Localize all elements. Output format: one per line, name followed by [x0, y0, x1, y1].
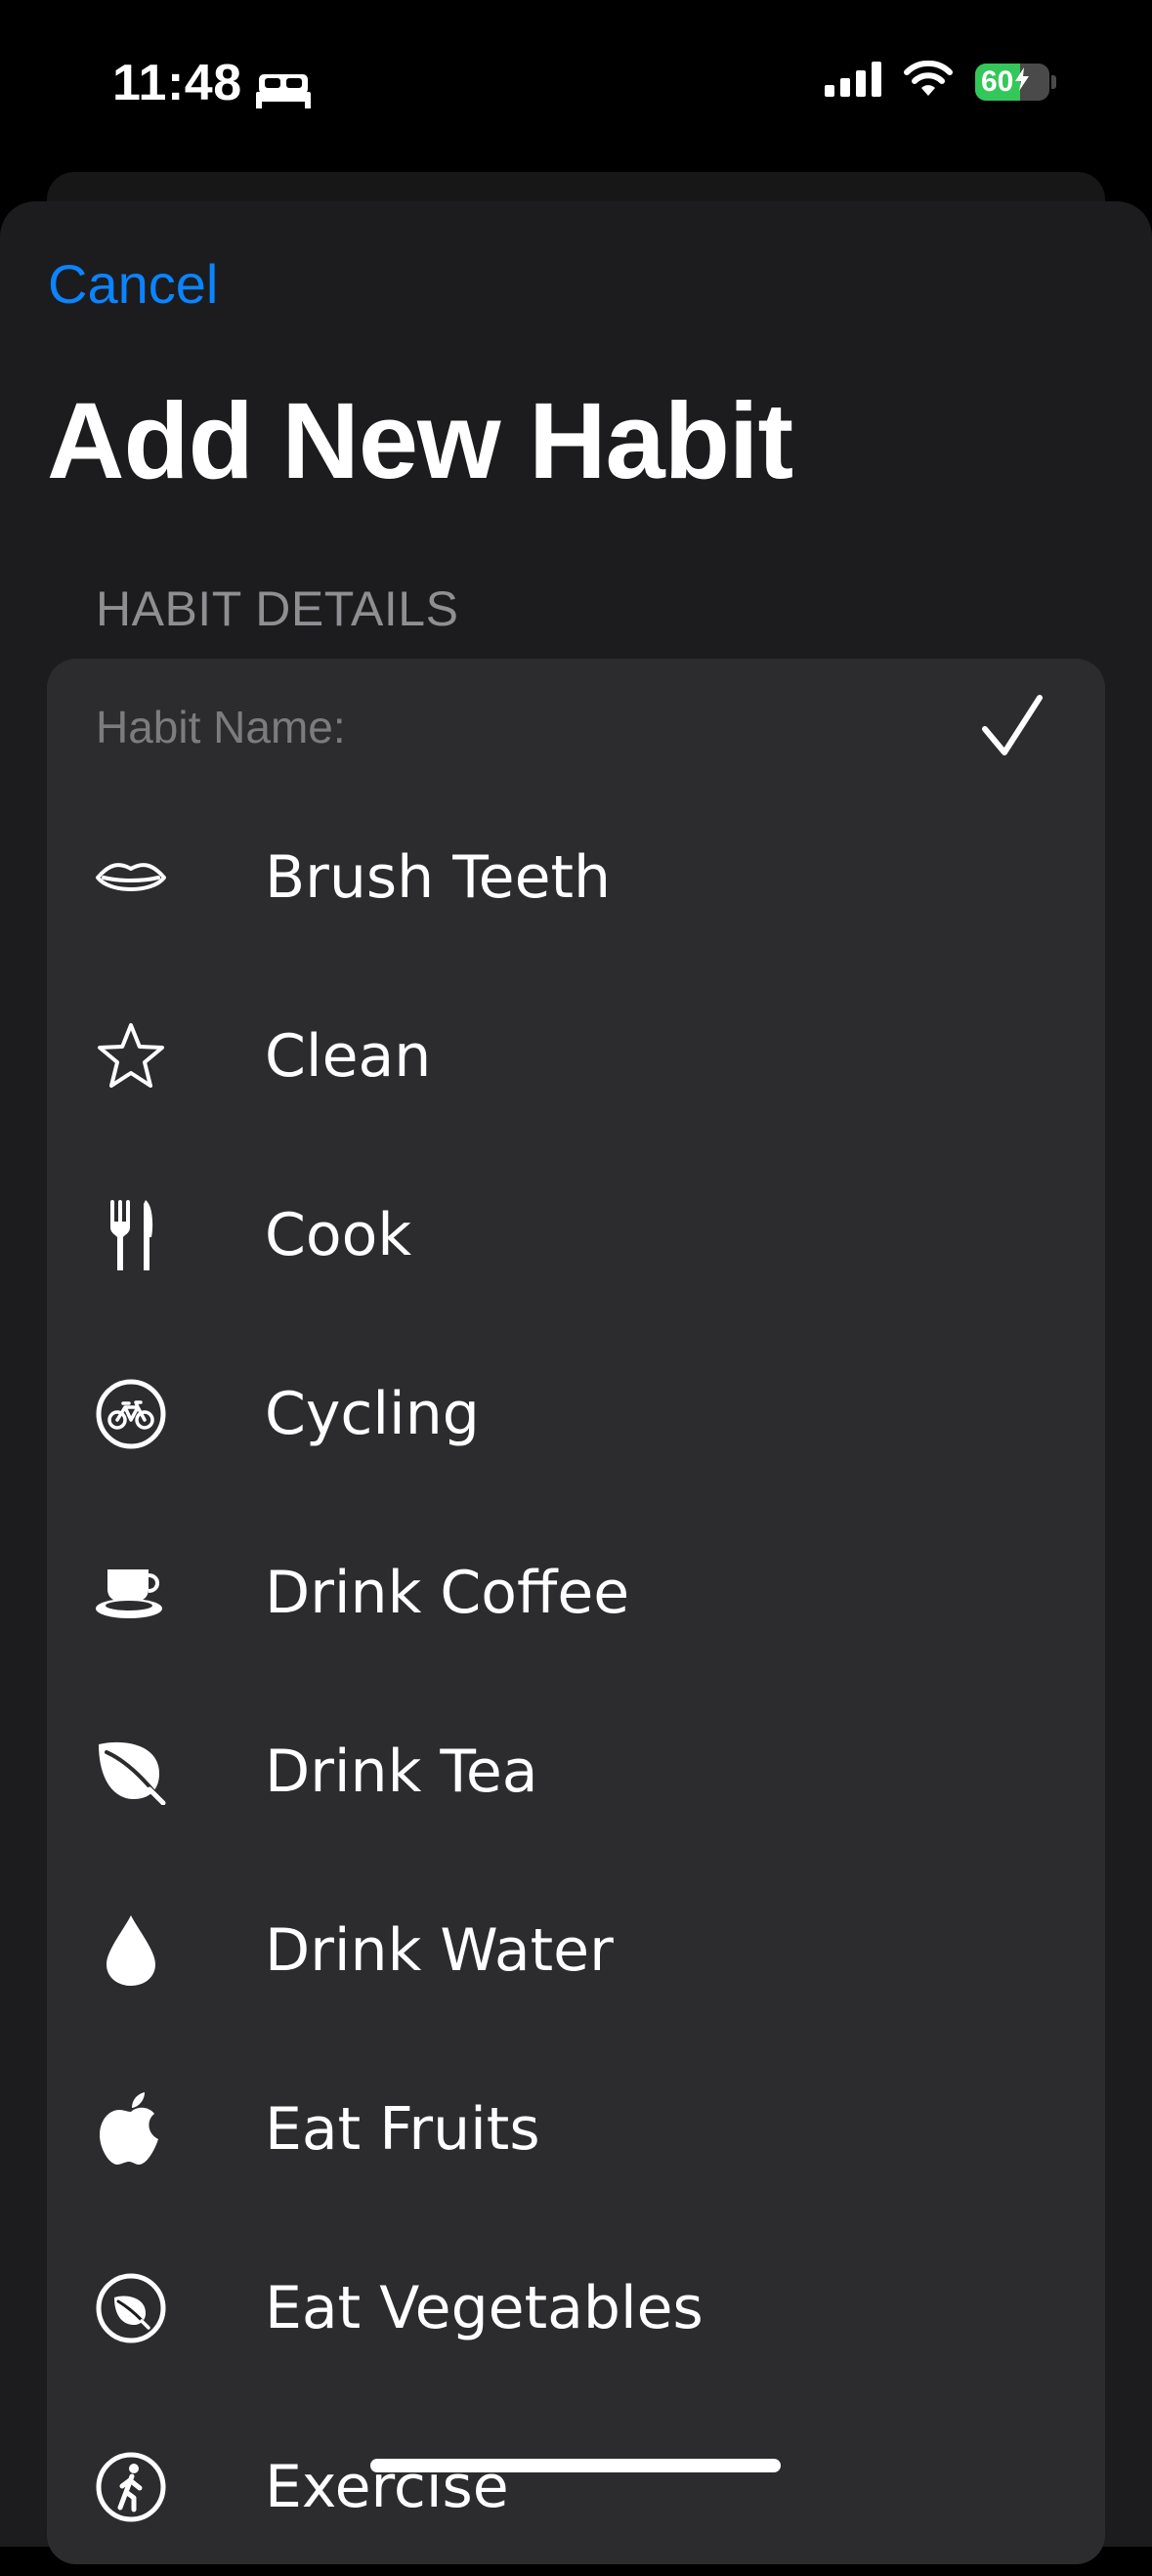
leaf-icon: [91, 1732, 171, 1812]
list-item[interactable]: Drink Coffee: [47, 1503, 1105, 1682]
section-header: HABIT DETAILS: [96, 581, 459, 636]
wifi-icon: [903, 60, 954, 103]
list-item[interactable]: Clean: [47, 966, 1105, 1145]
list-item[interactable]: Drink Water: [47, 1861, 1105, 2039]
habit-name-field[interactable]: [96, 696, 975, 758]
fork-knife-icon: [91, 1195, 171, 1275]
status-time: 11:48: [112, 54, 311, 112]
list-item[interactable]: Eat Vegetables: [47, 2218, 1105, 2397]
list-item[interactable]: Drink Tea: [47, 1682, 1105, 1861]
habit-label: Cycling: [265, 1379, 480, 1448]
bicycle-circle-icon: [91, 1374, 171, 1454]
coffee-cup-icon: [91, 1553, 171, 1633]
habit-label: Cook: [265, 1200, 412, 1269]
status-bar: 11:48 60: [0, 0, 1152, 166]
battery-icon: 60: [975, 63, 1049, 101]
habit-label: Drink Water: [265, 1915, 614, 1985]
list-item[interactable]: Eat Fruits: [47, 2039, 1105, 2218]
figure-walk-circle-icon: [91, 2447, 171, 2527]
habit-label: Drink Coffee: [265, 1558, 630, 1627]
list-item[interactable]: Cook: [47, 1145, 1105, 1324]
status-indicators: 60: [825, 60, 1056, 103]
star-icon: [91, 1016, 171, 1096]
lips-icon: [91, 837, 171, 918]
home-indicator[interactable]: [370, 2459, 781, 2472]
habit-suggestion-list: Brush Teeth Clean Cook Cycling Drink Cof…: [47, 788, 1105, 2576]
habit-label: Drink Tea: [265, 1737, 538, 1806]
checkmark-icon[interactable]: [977, 692, 1047, 762]
list-item[interactable]: Exercise: [47, 2397, 1105, 2576]
cancel-button[interactable]: Cancel: [48, 252, 218, 316]
time-label: 11:48: [112, 55, 242, 111]
page-title: Add New Habit: [47, 381, 793, 501]
battery-percent: 60: [981, 64, 1014, 98]
habit-label: Clean: [265, 1021, 432, 1091]
water-drop-icon: [91, 1911, 171, 1991]
apple-icon: [91, 2089, 171, 2169]
bed-icon: [255, 64, 311, 108]
habit-label: Eat Vegetables: [265, 2273, 704, 2342]
list-item[interactable]: Brush Teeth: [47, 788, 1105, 966]
list-item[interactable]: Cycling: [47, 1324, 1105, 1503]
charging-bolt-icon: [1014, 67, 1030, 96]
battery-cap: [1051, 74, 1056, 89]
leaf-circle-icon: [91, 2268, 171, 2348]
cellular-signal-icon: [825, 62, 881, 102]
habit-label: Eat Fruits: [265, 2094, 540, 2164]
habit-label: Brush Teeth: [265, 842, 612, 912]
